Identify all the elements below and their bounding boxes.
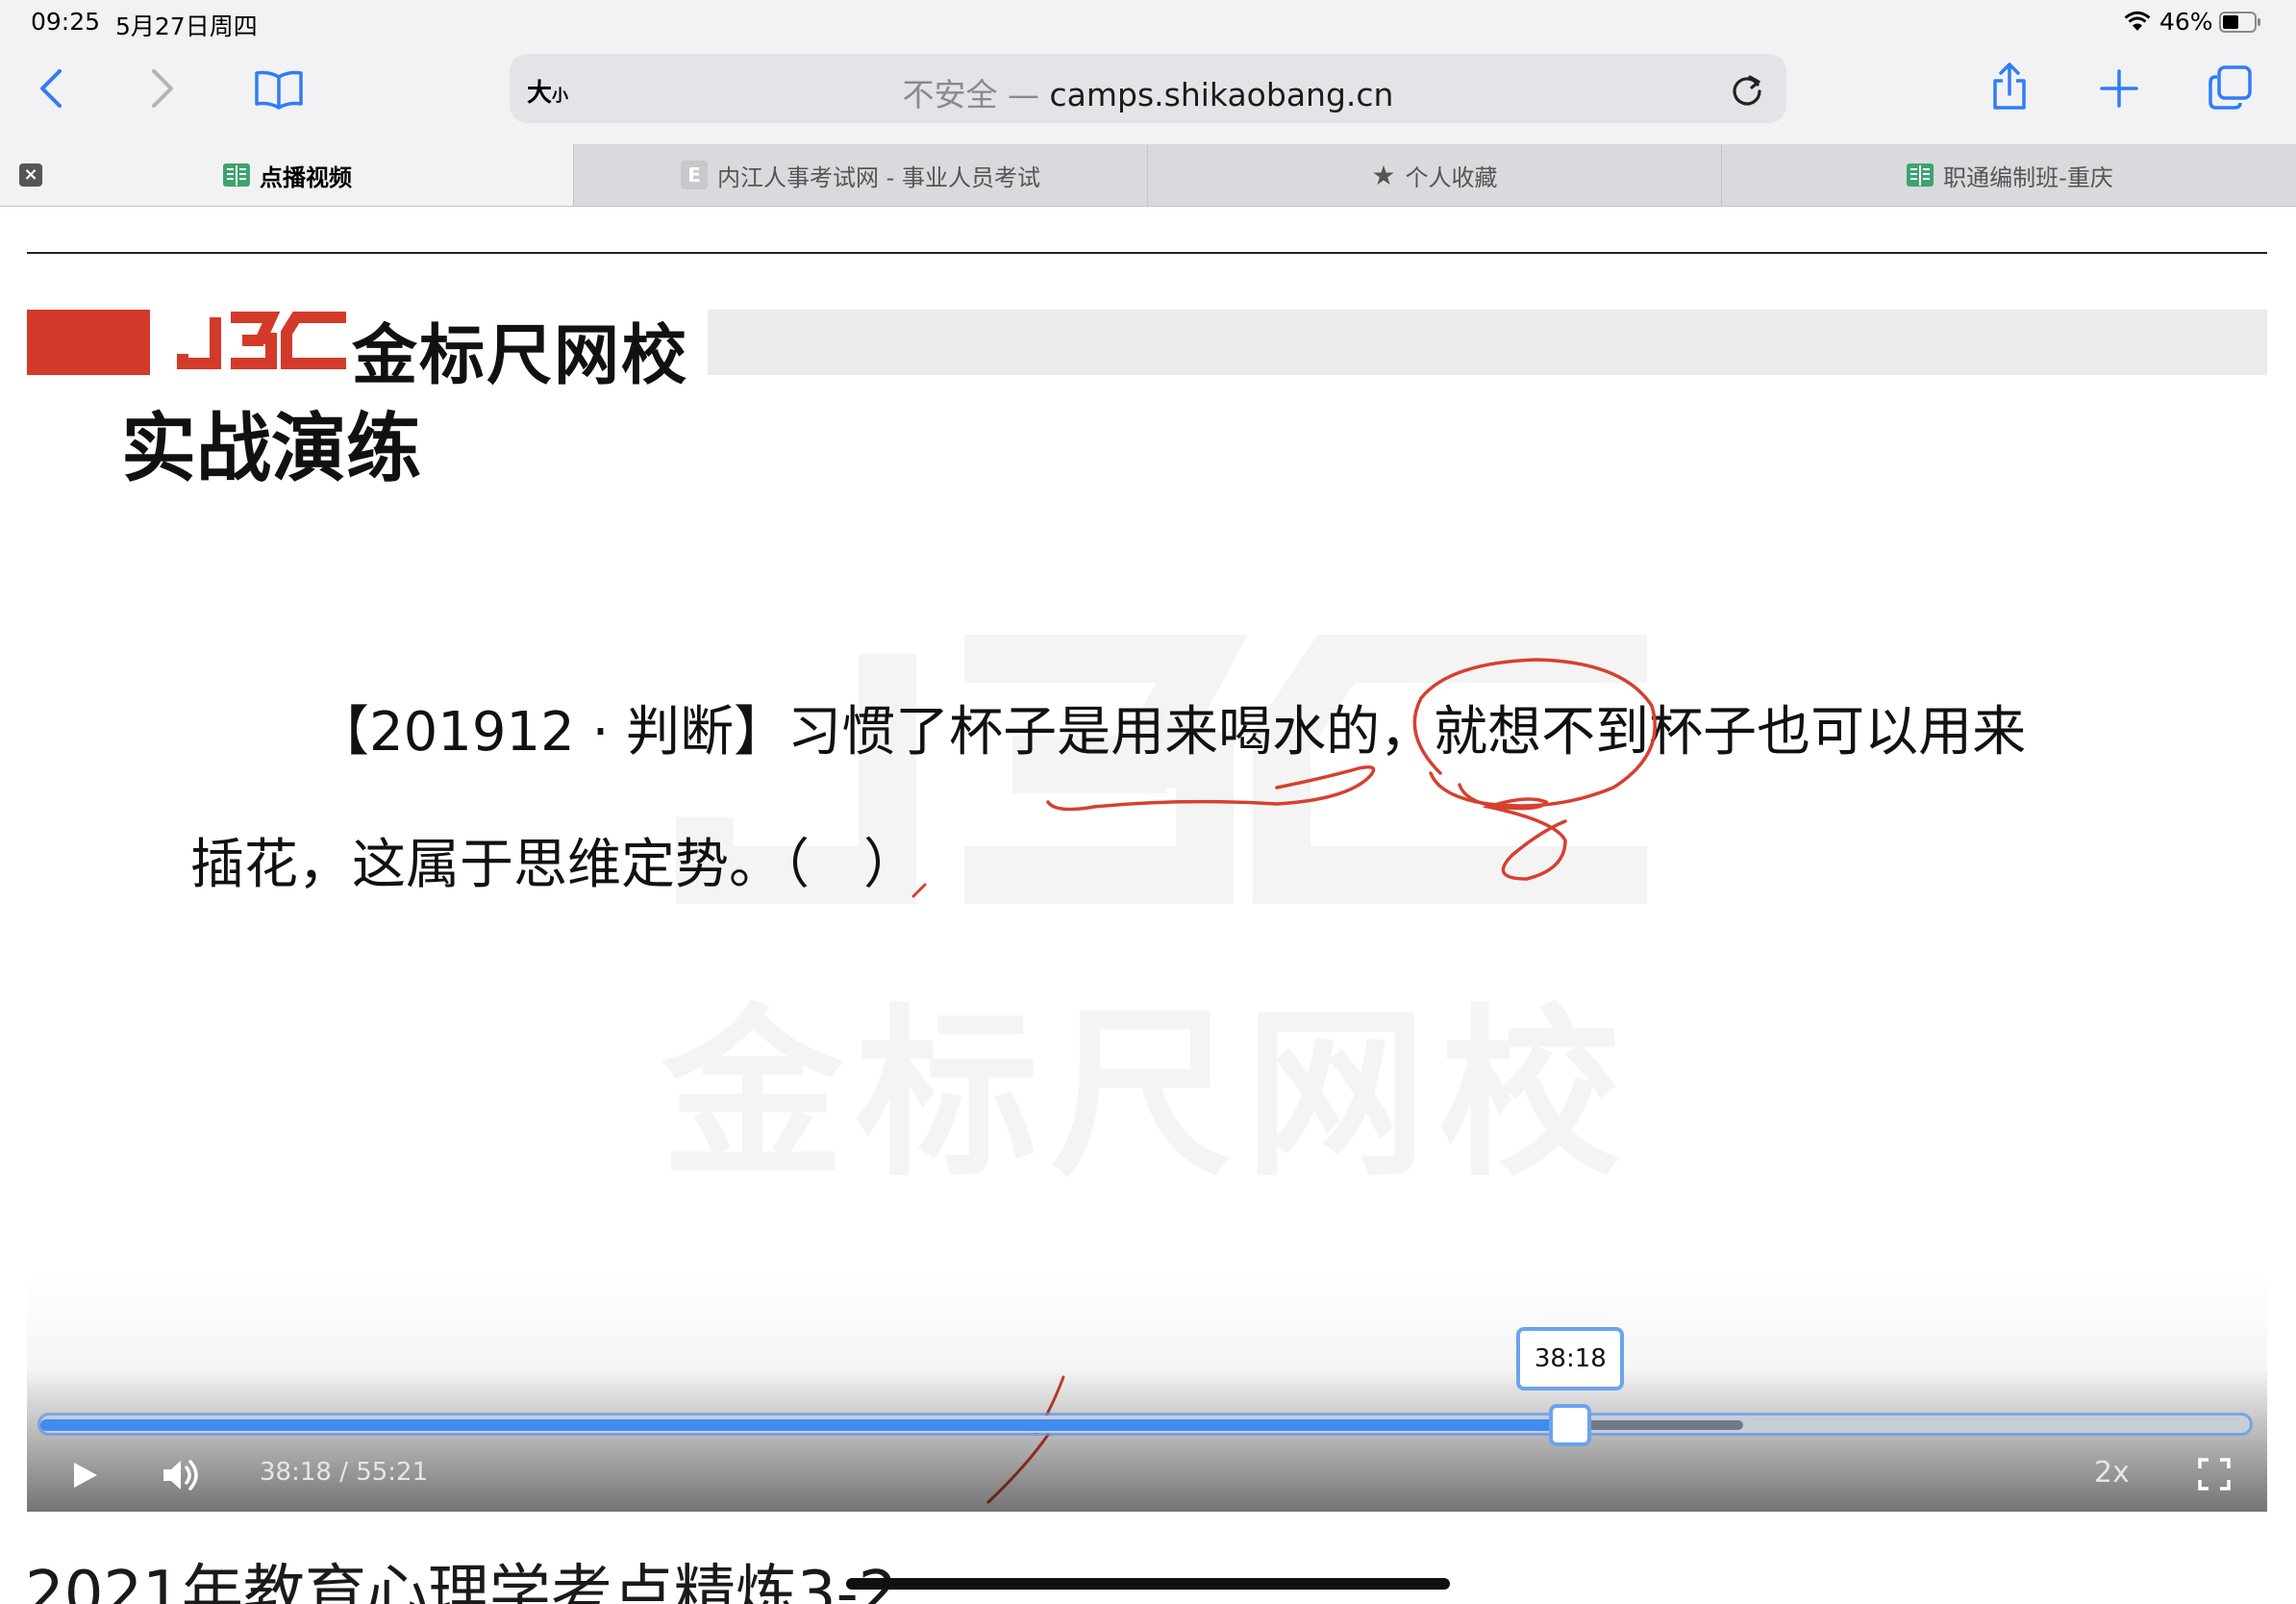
browser-toolbar: 大小 不安全 — camps.shikaobang.cn — [0, 44, 2296, 144]
book-favicon-icon — [223, 163, 250, 187]
status-time: 09:25 — [31, 8, 101, 36]
logo-text: 金标尺网校 — [352, 318, 689, 394]
wifi-icon — [2124, 11, 2151, 31]
tab-item[interactable]: ★ 个人收藏 — [1148, 144, 1722, 206]
url-text[interactable]: 不安全 — camps.shikaobang.cn — [510, 69, 1786, 115]
seek-time-tooltip: 38:18 — [1516, 1327, 1625, 1391]
tab-item[interactable]: E 内江人事考试网 - 事业人员考试 — [574, 144, 1148, 206]
battery-icon — [2219, 12, 2260, 33]
tab-title: 职通编制班-重庆 — [1943, 163, 2113, 191]
reload-icon[interactable] — [1729, 71, 1765, 108]
seek-thumb[interactable] — [1549, 1404, 1592, 1446]
address-bar[interactable]: 大小 不安全 — camps.shikaobang.cn — [510, 54, 1786, 123]
time-display: 38:18 / 55:21 — [260, 1458, 429, 1487]
tab-close-icon[interactable]: × — [19, 163, 42, 187]
playback-speed-button[interactable]: 2x — [2094, 1456, 2130, 1490]
volume-icon[interactable] — [162, 1456, 202, 1494]
e-favicon-icon: E — [681, 161, 709, 189]
tab-title: 内江人事考试网 - 事业人员考试 — [717, 163, 1040, 191]
fullscreen-icon[interactable] — [2198, 1458, 2231, 1491]
progress-played — [40, 1419, 1571, 1431]
tab-title: 点播视频 — [260, 163, 352, 191]
play-icon[interactable] — [69, 1460, 100, 1491]
jbc-logo — [177, 312, 346, 369]
tabs-overview-icon[interactable] — [2208, 65, 2252, 110]
new-tab-icon[interactable] — [2100, 69, 2138, 108]
tab-title: 个人收藏 — [1405, 163, 1498, 191]
url-domain: camps.shikaobang.cn — [1049, 76, 1394, 113]
question-line-1: 【201912 · 判断】习惯了杯子是用来喝水的，就想不到杯子也可以用来 — [315, 701, 2027, 764]
watermark-text: 金标尺网校 — [661, 989, 1634, 1201]
star-icon: ★ — [1371, 159, 1396, 191]
battery-percent: 46% — [2159, 8, 2213, 36]
question-line-2: 插花，这属于思维定势。（ ） — [190, 834, 917, 896]
url-insecure-label: 不安全 — — [902, 76, 1050, 113]
video-title: 2021年教育心理学考点精炼3-2 — [25, 1559, 898, 1604]
status-date: 5月27日周四 — [115, 13, 258, 40]
tab-item[interactable]: 职通编制班-重庆 — [1722, 144, 2296, 206]
video-player[interactable]: 金标尺网校 实战演练 金标尺网校 【201912 · 判断】习惯了杯子是用来喝水… — [27, 254, 2267, 1512]
tab-bar: × 点播视频 E 内江人事考试网 - 事业人员考试 ★ 个人收藏 职通编制班-重… — [0, 144, 2296, 207]
share-icon[interactable] — [1990, 62, 2029, 112]
back-icon[interactable] — [37, 67, 65, 110]
home-indicator — [846, 1578, 1450, 1590]
slide-title: 实战演练 — [121, 406, 422, 492]
status-bar: 09:25 5月27日周四 46% — [0, 0, 2296, 44]
logo-red-block — [27, 310, 150, 375]
bookmarks-icon[interactable] — [254, 69, 304, 110]
tab-item[interactable]: × 点播视频 — [0, 144, 574, 206]
logo-grey-band — [708, 310, 2267, 375]
book-favicon-icon — [1907, 163, 1934, 187]
forward-icon[interactable] — [148, 67, 177, 110]
screen: 09:25 5月27日周四 46% 大小 不安全 — camps.shikaob… — [0, 0, 2296, 1604]
